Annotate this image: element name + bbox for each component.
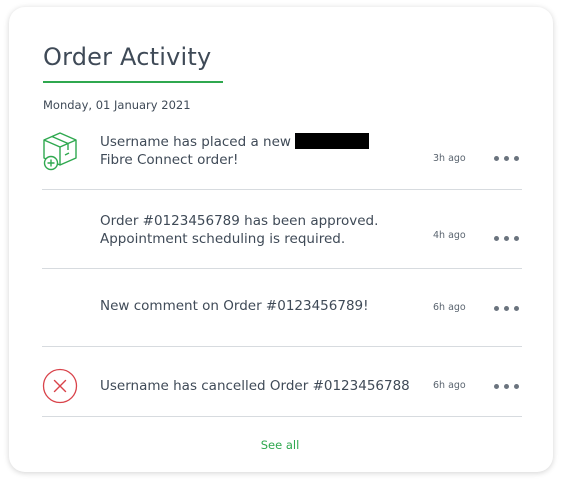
order-activity-card: Order Activity Monday, 01 January 2021 U…	[9, 7, 553, 472]
dot-icon	[494, 305, 499, 311]
package-add-icon	[42, 131, 78, 171]
activity-timestamp: 6h ago	[433, 380, 466, 391]
activity-item-order-approved: Order #0123456789 has been approved. App…	[42, 190, 522, 269]
dot-icon	[504, 305, 509, 311]
activity-message-line1: Username has placed a new	[100, 134, 291, 150]
dot-icon	[504, 235, 509, 241]
activity-item-new-comment: New comment on Order #0123456789! 6h ago	[42, 269, 522, 347]
activity-timestamp: 3h ago	[433, 153, 466, 164]
activity-item-order-cancelled: Username has cancelled Order #0123456788…	[42, 347, 522, 417]
activity-message: New comment on Order #0123456789!	[100, 297, 400, 315]
activity-message-line2: Fibre Connect order!	[100, 152, 239, 168]
dot-icon	[514, 155, 519, 161]
activity-timestamp: 6h ago	[433, 302, 466, 313]
activity-message-line1: New comment on Order #0123456789!	[100, 298, 369, 314]
more-options-button[interactable]	[494, 232, 524, 244]
dot-icon	[514, 305, 519, 311]
date-heading: Monday, 01 January 2021	[43, 98, 191, 112]
activity-item-order-placed: Username has placed a new Fibre Connect …	[42, 119, 522, 190]
cancel-icon	[42, 368, 78, 404]
card-title: Order Activity	[43, 43, 212, 71]
dot-icon	[494, 155, 499, 161]
dot-icon	[504, 155, 509, 161]
row-divider	[42, 416, 522, 417]
title-underline	[43, 81, 223, 83]
activity-message: Order #0123456789 has been approved. App…	[100, 212, 400, 248]
dot-icon	[504, 383, 509, 389]
more-options-button[interactable]	[494, 152, 524, 164]
activity-message-line1: Username has cancelled Order #0123456788	[100, 378, 410, 394]
activity-timestamp: 4h ago	[433, 230, 466, 241]
see-all-link[interactable]: See all	[9, 438, 551, 452]
more-options-button[interactable]	[494, 302, 524, 314]
activity-message: Username has cancelled Order #0123456788	[100, 377, 420, 395]
redacted-block	[295, 133, 370, 149]
dot-icon	[514, 383, 519, 389]
dot-icon	[494, 235, 499, 241]
more-options-button[interactable]	[494, 380, 524, 392]
dot-icon	[514, 235, 519, 241]
activity-message-line2: Appointment scheduling is required.	[100, 231, 346, 247]
activity-message-line1: Order #0123456789 has been approved.	[100, 213, 379, 229]
activity-message: Username has placed a new Fibre Connect …	[100, 133, 400, 169]
dot-icon	[494, 383, 499, 389]
